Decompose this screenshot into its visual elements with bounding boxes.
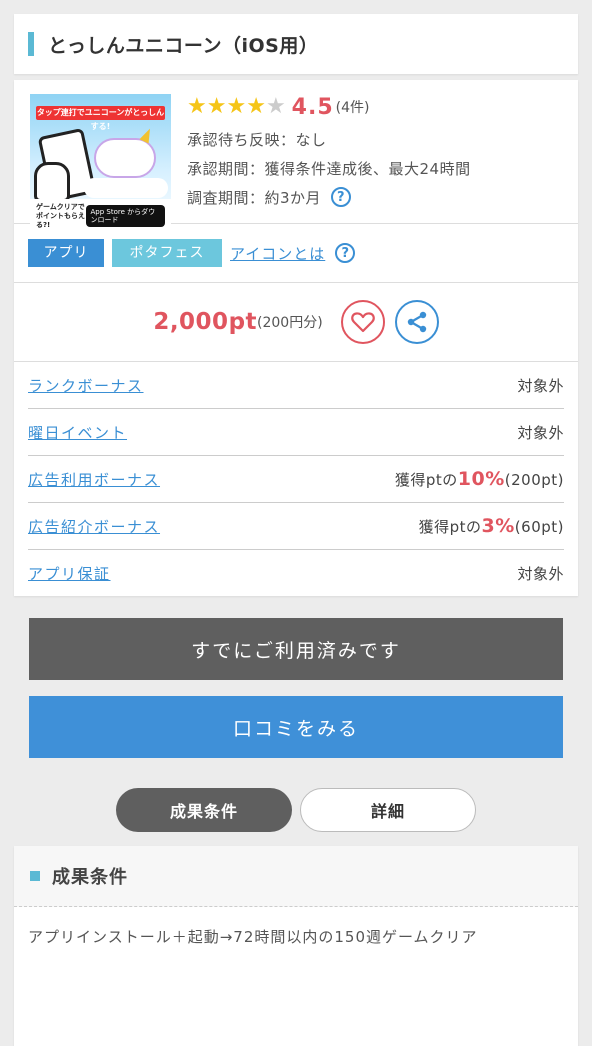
already-used-button[interactable]: すでにご利用済みです [29, 618, 563, 680]
help-icon[interactable]: ? [335, 243, 356, 263]
star-filled-icon: ★ [187, 94, 207, 119]
referral-bonus-link[interactable]: 広告紹介ボーナス [28, 516, 160, 537]
heart-icon [350, 312, 375, 333]
offer-title-card: とっしんユニコーン（iOS用） [14, 14, 578, 74]
rating-value: 4.5 [291, 94, 334, 120]
icon-help-link[interactable]: アイコンとは [230, 243, 325, 264]
weekday-event-value: 対象外 [517, 423, 564, 442]
survey-period: 調査期間：約3か月 [187, 188, 322, 207]
section-tabs: 成果条件 詳細 [0, 788, 592, 832]
app-store-badge: App Store からダウンロード [85, 205, 165, 227]
view-reviews-button[interactable]: 口コミをみる [29, 696, 563, 758]
points-row: 2,000pt (200円分) [14, 283, 578, 362]
thumbnail-caption: ゲームクリアでポイントもらえる?! [36, 202, 85, 229]
thumbnail-footer: ゲームクリアでポイントもらえる?! App Store からダウンロード [30, 199, 171, 233]
offer-meta: ★ ★ ★ ★ ★ 4.5 (4件) 承認待ち反映：なし 承認期間：獲得条件達成… [187, 94, 564, 209]
star-filled-icon: ★ [226, 94, 247, 119]
section-marker [30, 871, 40, 881]
app-guarantee-link[interactable]: アプリ保証 [28, 563, 111, 584]
conditions-header: 成果条件 [14, 846, 578, 907]
ad-usage-bonus-link[interactable]: 広告利用ボーナス [28, 469, 160, 490]
points-yen: (200円分) [257, 315, 323, 331]
rating-stars: ★ ★ ★ ★ ★ [187, 96, 286, 118]
bonus-percent: 10% [457, 468, 505, 490]
star-filled-icon: ★ [206, 94, 227, 119]
rating-count: (4件) [335, 100, 370, 116]
star-empty-icon: ★ [265, 94, 286, 119]
ad-usage-bonus-value: 獲得ptの10%(200pt) [395, 468, 564, 490]
bonus-prefix: 獲得ptの [394, 471, 458, 489]
star-filled-icon: ★ [246, 94, 266, 119]
share-button[interactable] [394, 300, 439, 344]
approval-period: 承認期間：獲得条件達成後、最大24時間 [187, 159, 471, 178]
unicorn-illustration [94, 138, 156, 178]
bonus-row-weekday: 曜日イベント 対象外 [28, 409, 564, 456]
conditions-card: 成果条件 アプリインストール＋起動→72時間以内の150週ゲームクリア [14, 846, 578, 1046]
tag-app: アプリ [28, 239, 104, 267]
help-icon[interactable]: ? [331, 187, 352, 207]
rank-bonus-value: 対象外 [517, 376, 564, 395]
tab-conditions[interactable]: 成果条件 [116, 788, 292, 832]
rank-bonus-link[interactable]: ランクボーナス [28, 375, 144, 396]
app-guarantee-value: 対象外 [517, 564, 564, 583]
bonus-percent: 3% [481, 515, 515, 537]
referral-bonus-value: 獲得ptの3%(60pt) [419, 515, 564, 537]
cloud-illustration [84, 178, 168, 198]
offer-info: タップ連打でユニコーンがとっしんする! ゲームクリアでポイントもらえる?! Ap… [14, 80, 578, 233]
rating: ★ ★ ★ ★ ★ 4.5 (4件) [187, 94, 564, 120]
weekday-event-link[interactable]: 曜日イベント [28, 422, 127, 443]
offer-main-card: タップ連打でユニコーンがとっしんする! ゲームクリアでポイントもらえる?! Ap… [14, 80, 578, 596]
points-amount: 2,000pt [153, 309, 258, 335]
thumbnail-headline: タップ連打でユニコーンがとっしんする! [36, 106, 165, 131]
hand-illustration [34, 162, 70, 202]
title-accent-bar [28, 32, 34, 56]
app-thumbnail: タップ連打でユニコーンがとっしんする! ゲームクリアでポイントもらえる?! Ap… [30, 94, 171, 233]
bonus-row-ad-usage: 広告利用ボーナス 獲得ptの10%(200pt) [28, 456, 564, 503]
bonus-row-rank: ランクボーナス 対象外 [28, 362, 564, 409]
share-icon [407, 311, 426, 333]
bonus-list: ランクボーナス 対象外 曜日イベント 対象外 広告利用ボーナス 獲得ptの10%… [14, 362, 578, 596]
bonus-suffix: (200pt) [504, 471, 564, 489]
bonus-suffix: (60pt) [514, 518, 564, 536]
survey-period-line: 調査期間：約3か月 ? [187, 187, 564, 207]
bonus-row-guarantee: アプリ保証 対象外 [28, 550, 564, 596]
tab-details[interactable]: 詳細 [300, 788, 476, 832]
favorite-button[interactable] [340, 300, 385, 344]
conditions-body: アプリインストール＋起動→72時間以内の150週ゲームクリア [28, 928, 478, 946]
conditions-title: 成果条件 [52, 867, 128, 888]
bonus-prefix: 獲得ptの [418, 518, 482, 536]
bonus-row-referral: 広告紹介ボーナス 獲得ptの3%(60pt) [28, 503, 564, 550]
tag-pota: ポタフェス [112, 239, 222, 267]
page-title: とっしんユニコーン（iOS用） [48, 34, 319, 57]
approval-wait: 承認待ち反映：なし [187, 130, 327, 149]
